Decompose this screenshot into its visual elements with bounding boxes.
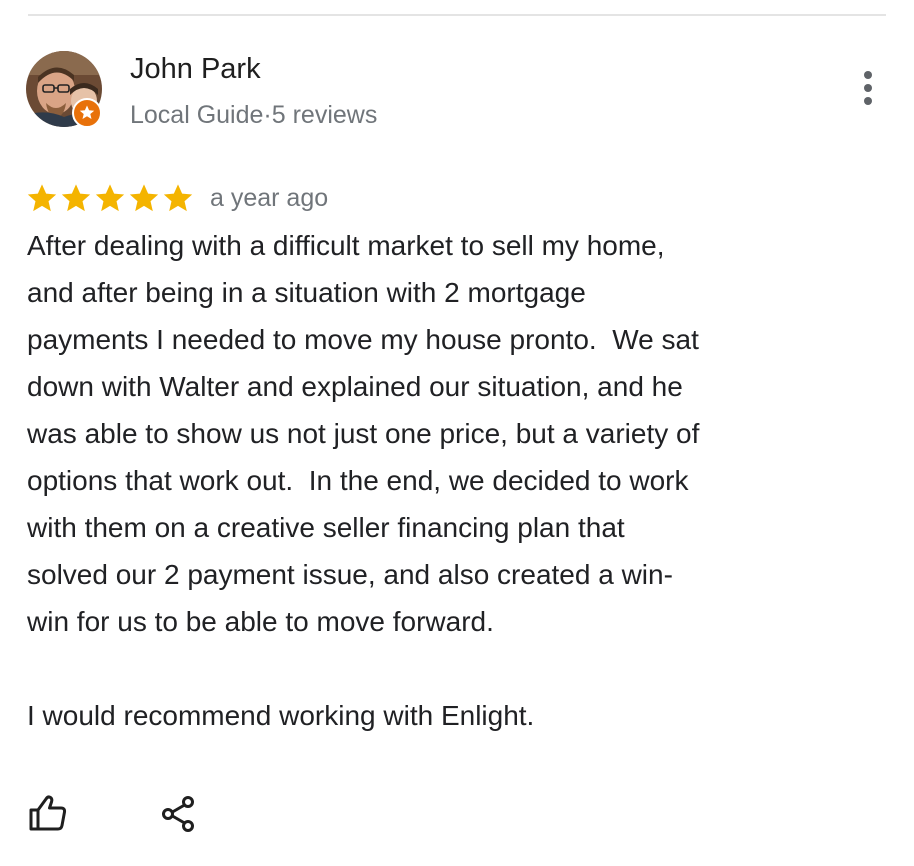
rating-row: a year ago	[26, 178, 328, 218]
share-icon	[162, 796, 194, 832]
reviewer-avatar[interactable]	[26, 51, 102, 128]
review-text-line: After dealing with a difficult market to…	[27, 230, 665, 261]
review-text-line: with them on a creative seller financing…	[27, 512, 625, 543]
more-options-button[interactable]	[852, 68, 884, 108]
reviewer-name[interactable]: John Park	[130, 53, 261, 86]
local-guide-badge-icon	[72, 98, 102, 128]
like-button[interactable]	[26, 791, 70, 835]
more-vert-icon-dot	[864, 97, 872, 105]
star-icon	[61, 184, 91, 212]
star-icon	[27, 184, 57, 212]
reviewer-meta: Local Guide·5 reviews	[130, 101, 378, 129]
more-vert-icon-dot	[864, 71, 872, 79]
review-date: a year ago	[210, 183, 329, 212]
review-text: After dealing with a difficult market to…	[27, 222, 857, 739]
review-text-line: down with Walter and explained our situa…	[27, 371, 683, 402]
more-vert-icon-dot	[864, 84, 872, 92]
star-icon	[163, 184, 193, 212]
star-icon	[95, 184, 125, 212]
review-text-line: was able to show us not just one price, …	[27, 418, 700, 449]
star-icon	[129, 184, 159, 212]
thumbs-up-icon	[29, 795, 67, 831]
review-text-line: solved our 2 payment issue, and also cre…	[27, 559, 673, 590]
review-closing-line: I would recommend working with Enlight.	[27, 700, 535, 731]
star-rating	[26, 182, 194, 214]
review-text-line: and after being in a situation with 2 mo…	[27, 277, 586, 308]
review-text-line: win for us to be able to move forward.	[27, 606, 494, 637]
review-text-line: payments I needed to move my house pront…	[27, 324, 699, 355]
review-text-line: options that work out. In the end, we de…	[27, 465, 689, 496]
share-button[interactable]	[158, 793, 200, 835]
top-divider	[28, 14, 886, 16]
